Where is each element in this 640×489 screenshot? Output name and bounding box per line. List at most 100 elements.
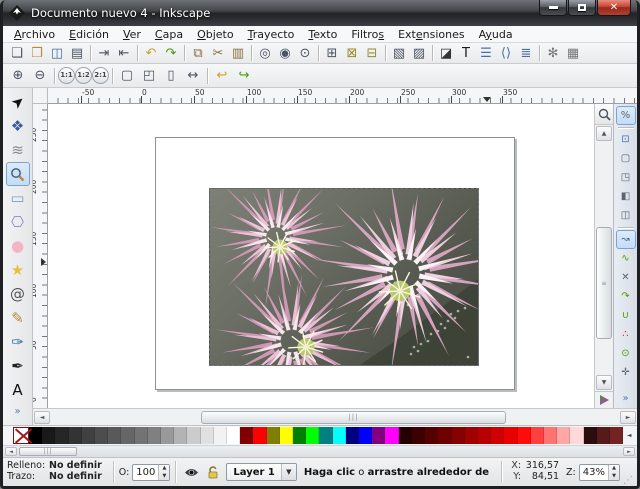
print-document-button[interactable]: ▤ <box>67 44 87 62</box>
palette-swatch[interactable] <box>465 427 478 444</box>
palette-swatch[interactable] <box>438 427 451 444</box>
scroll-left-button[interactable]: ◄ <box>34 411 50 424</box>
snapbar-expander[interactable]: » <box>622 393 628 404</box>
copy-button[interactable]: ⧉ <box>188 44 208 62</box>
palette-swatch[interactable] <box>359 427 372 444</box>
palette-end-arrow[interactable]: ◄ <box>623 427 635 444</box>
redo-button[interactable]: ↷ <box>161 44 181 62</box>
palette-swatch[interactable] <box>55 427 68 444</box>
unlink-clone-button[interactable]: ⊟ <box>362 44 382 62</box>
palette-swatch[interactable] <box>280 427 293 444</box>
horizontal-scroll-thumb[interactable]: ||| <box>201 411 506 424</box>
ellipse-tool[interactable]: ● <box>6 234 30 258</box>
palette-swatch[interactable] <box>253 427 266 444</box>
menu-extensiones[interactable]: Extensiones <box>391 27 472 42</box>
palette-swatch[interactable] <box>201 427 214 444</box>
layer-visibility-toggle[interactable] <box>183 464 200 481</box>
palette-swatch[interactable] <box>187 427 200 444</box>
snap-paths-button[interactable]: ∿ <box>616 249 636 268</box>
toolbox-expander[interactable]: » <box>14 406 20 417</box>
palette-swatch[interactable] <box>227 427 240 444</box>
palette-swatch[interactable] <box>82 427 95 444</box>
close-button[interactable]: ✕ <box>597 0 631 16</box>
create-clone-button[interactable]: ⊠ <box>342 44 362 62</box>
opacity-spinbox[interactable]: 100 ▲▼ <box>132 464 170 481</box>
text-tool[interactable]: A <box>6 378 30 402</box>
zoom-2-1-button[interactable]: 2:1 <box>92 67 109 84</box>
palette-swatch[interactable] <box>240 427 253 444</box>
snap-smooth-nodes-button[interactable]: ∪ <box>616 306 636 325</box>
palette-swatch[interactable] <box>108 427 121 444</box>
palette-swatch[interactable] <box>42 427 55 444</box>
zoom-out-button[interactable]: ⊖ <box>29 66 51 86</box>
palette-swatch[interactable] <box>135 427 148 444</box>
palette-swatch[interactable] <box>333 427 346 444</box>
snap-nodes-button[interactable]: ↝ <box>616 230 636 249</box>
imported-flower-image[interactable] <box>209 188 479 366</box>
zoom-1-1-button[interactable]: 1:1 <box>58 67 75 84</box>
zoom-in-button[interactable]: ⊕ <box>7 66 29 86</box>
palette-swatch[interactable] <box>518 427 531 444</box>
align-dialog-button[interactable]: ≣ <box>516 44 536 62</box>
text-dialog-button[interactable]: T <box>456 44 476 62</box>
menu-ver[interactable]: Ver <box>116 27 148 42</box>
horizontal-ruler[interactable]: -50050100150200250300350 <box>48 88 637 104</box>
vertical-ruler[interactable]: 250200150100500 <box>33 104 48 408</box>
zoom-spinbox[interactable]: 43% ▲▼ <box>579 464 620 481</box>
palette-swatch[interactable] <box>214 427 227 444</box>
palette-swatch[interactable] <box>293 427 306 444</box>
new-document-button[interactable]: ❏ <box>7 44 27 62</box>
pencil-tool[interactable]: ✎ <box>6 306 30 330</box>
save-document-button[interactable]: ◫ <box>47 44 67 62</box>
palette-swatch[interactable] <box>584 427 597 444</box>
menu-archivo[interactable]: Archivo <box>7 27 62 42</box>
zoom-drawing-button[interactable]: ◰ <box>138 66 160 86</box>
xml-editor-button[interactable]: ⟨⟩ <box>496 44 516 62</box>
palette-swatch[interactable] <box>148 427 161 444</box>
palette-scroll-thumb[interactable]: ||| <box>19 447 77 456</box>
palette-swatch[interactable] <box>69 427 82 444</box>
palette-swatch[interactable] <box>319 427 332 444</box>
menu-edicin[interactable]: Edición <box>62 27 116 42</box>
palette-swatch[interactable] <box>95 427 108 444</box>
palette-swatch-none[interactable] <box>13 427 29 444</box>
restore-button[interactable] <box>568 0 596 16</box>
ungroup-objects-button[interactable]: ▨ <box>409 44 429 62</box>
horizontal-scroll-track[interactable]: ||| <box>51 411 619 424</box>
menu-trayecto[interactable]: Trayecto <box>241 27 302 42</box>
palette-swatch[interactable] <box>544 427 557 444</box>
group-objects-button[interactable]: ▧ <box>389 44 409 62</box>
palette-swatch[interactable] <box>597 427 610 444</box>
palette-scroll-right-button[interactable]: ► <box>623 447 635 456</box>
open-document-button[interactable]: ❒ <box>27 44 47 62</box>
document-properties-button[interactable]: ▦ <box>563 44 583 62</box>
palette-swatch[interactable] <box>346 427 359 444</box>
layer-selector[interactable]: Layer 1 ▼ <box>226 463 296 481</box>
zoom-page-width-button[interactable]: ↔ <box>182 66 204 86</box>
tweak-tool[interactable]: ≋ <box>6 138 30 162</box>
palette-swatch[interactable] <box>372 427 385 444</box>
snap-cusp-nodes-button[interactable]: ↷ <box>616 287 636 306</box>
fill-stroke-indicator[interactable]: Relleno: No definir Trazo: No definir <box>7 461 102 483</box>
palette-swatch[interactable] <box>610 427 623 444</box>
zoom-selection-button[interactable]: ▢ <box>116 66 138 86</box>
layers-dialog-button[interactable]: ☰ <box>476 44 496 62</box>
menu-filtros[interactable]: Filtros <box>344 27 391 42</box>
snap-bbox-edge-midpoints-button[interactable]: ◧ <box>616 187 636 206</box>
palette-swatch[interactable] <box>385 427 398 444</box>
box3d-tool[interactable]: ⎔ <box>6 210 30 234</box>
zoom-to-page-button[interactable]: ⊙ <box>295 44 315 62</box>
rectangle-tool[interactable]: ▭ <box>6 186 30 210</box>
color-managed-view-button[interactable] <box>595 391 613 408</box>
palette-swatch[interactable] <box>504 427 517 444</box>
snap-object-centers-button[interactable]: ⊙ <box>616 344 636 363</box>
vertical-scroll-thumb[interactable]: ≡ <box>596 227 612 339</box>
bezier-tool[interactable]: ✑ <box>6 330 30 354</box>
menu-capa[interactable]: Capa <box>148 27 190 42</box>
palette-swatch[interactable] <box>399 427 412 444</box>
import-image-button[interactable]: ⇥ <box>94 44 114 62</box>
cut-button[interactable]: ✂ <box>208 44 228 62</box>
snap-enable-button[interactable]: % <box>616 106 636 125</box>
palette-scroll-left-button[interactable]: ◄ <box>5 447 17 456</box>
star-tool[interactable]: ★ <box>6 258 30 282</box>
